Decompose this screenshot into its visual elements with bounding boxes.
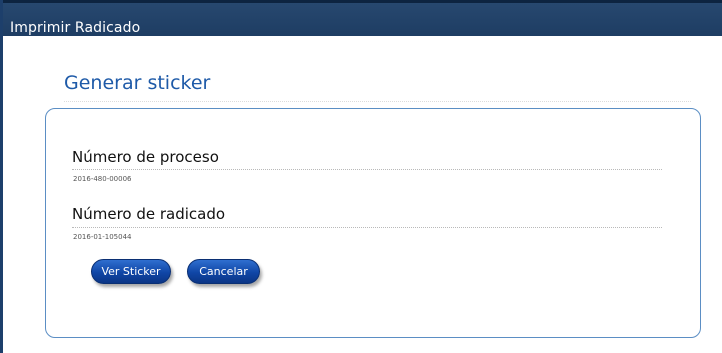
title-divider bbox=[64, 101, 691, 103]
dialog-window: Imprimir Radicado Generar sticker Número… bbox=[0, 0, 722, 353]
process-number-value: 2016-480-00006 bbox=[73, 175, 132, 183]
view-sticker-button[interactable]: Ver Sticker bbox=[91, 259, 171, 284]
filing-number-divider bbox=[72, 227, 662, 229]
filing-number-value: 2016-01-105044 bbox=[73, 233, 132, 241]
window-title: Imprimir Radicado bbox=[10, 20, 141, 36]
process-number-label: Número de proceso bbox=[72, 148, 219, 166]
filing-number-label: Número de radicado bbox=[72, 205, 226, 223]
form-panel bbox=[45, 108, 701, 338]
cancel-button[interactable]: Cancelar bbox=[187, 259, 260, 284]
title-bar[interactable]: Imprimir Radicado bbox=[3, 0, 722, 36]
process-number-divider bbox=[72, 169, 662, 171]
page-title: Generar sticker bbox=[64, 72, 211, 94]
